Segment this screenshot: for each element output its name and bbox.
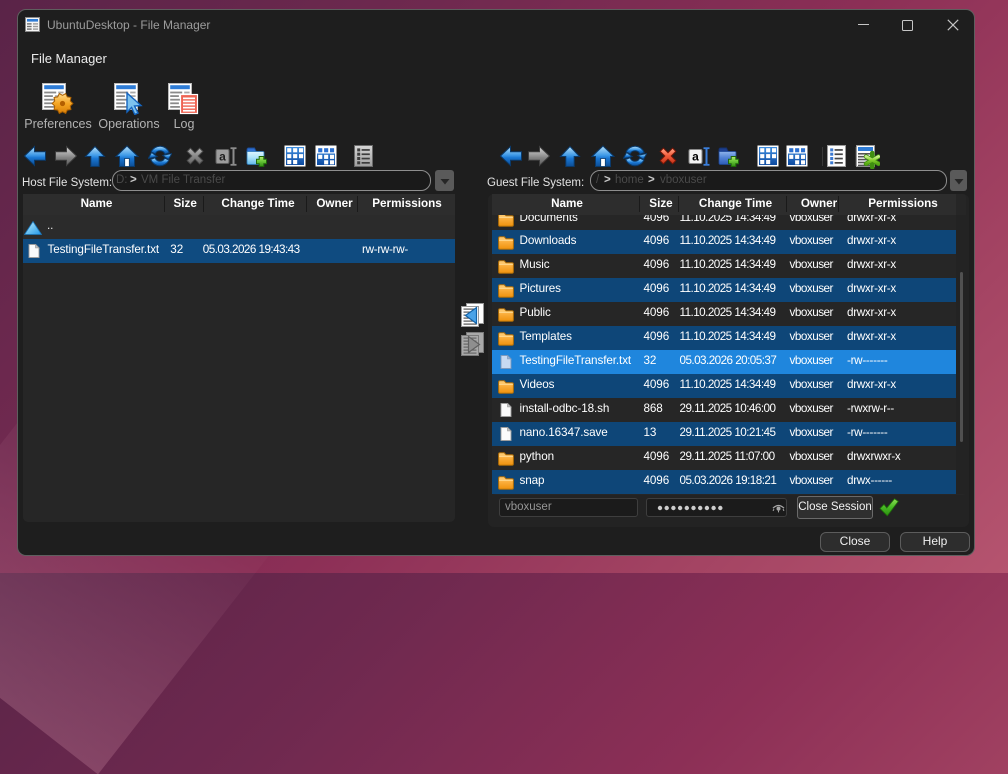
- svg-text:a: a: [692, 150, 699, 164]
- svg-text:a: a: [219, 150, 226, 164]
